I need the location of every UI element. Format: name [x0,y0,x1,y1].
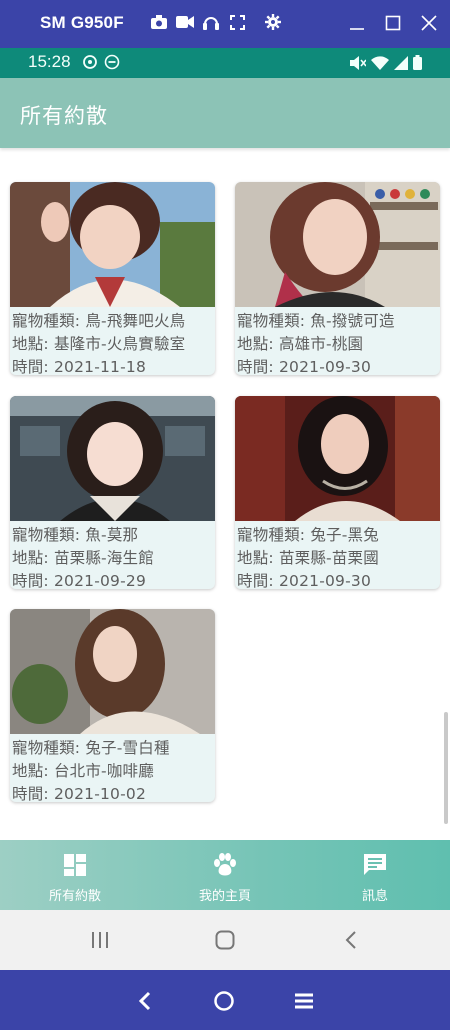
date-card[interactable]: 寵物種類: 魚-莫那 地點: 苗栗縣-海生館 時間: 2021-09-29 [10,396,215,589]
card-location: 地點: 苗栗縣-海生館 [12,549,154,567]
mute-icon [350,55,367,74]
card-location: 地點: 苗栗縣-苗栗國 [237,549,379,567]
card-location: 地點: 基隆市-火鳥實驗室 [12,335,186,353]
battery-icon [413,55,422,74]
back-button[interactable] [337,926,365,954]
close-icon[interactable] [418,12,440,34]
date-card[interactable]: 寵物種類: 魚-撥號可造 地點: 高雄市-桃園 時間: 2021-09-30 [235,182,440,375]
recents-button[interactable] [86,926,114,954]
nav-item-my-page[interactable]: 我的主頁 [150,840,300,910]
home-button[interactable] [211,926,239,954]
card-pet-type: 寵物種類: 魚-撥號可造 [237,312,395,330]
minimize-icon[interactable] [346,12,368,34]
card-pet-type: 寵物種類: 魚-莫那 [12,526,139,544]
page-title: 所有約散 [20,104,108,128]
card-location: 地點: 台北市-咖啡廳 [12,762,154,780]
nav-label: 我的主頁 [198,889,251,904]
headset-icon[interactable] [202,13,220,31]
card-time: 時間: 2021-09-29 [12,572,147,589]
wifi-icon [371,55,389,74]
card-time: 時間: 2021-09-30 [237,358,372,375]
date-card[interactable]: 寵物種類: 鳥-飛舞吧火鳥 地點: 基隆市-火鳥實驗室 時間: 2021-11-… [10,182,215,375]
dashboard-icon [62,852,88,878]
message-icon [362,852,388,878]
app-bar: 所有約散 [0,78,450,148]
card-pet-type: 寵物種類: 鳥-飛舞吧火鳥 [12,312,186,330]
card-time: 時間: 2021-11-18 [12,358,147,375]
maximize-icon[interactable] [382,12,404,34]
card-photo [10,182,215,307]
card-photo [235,182,440,307]
phone-frame: SM G950F 15:28 所有約散 寵物種類: 鳥-飛舞吧火鳥 地點: 基隆… [0,0,450,1030]
system-navigation-bar [0,910,450,970]
video-icon[interactable] [176,13,194,31]
menu-icon[interactable] [291,988,317,1014]
nav-item-all-dates[interactable]: 所有約散 [0,840,150,910]
date-card[interactable]: 寵物種類: 兔子-黑兔 地點: 苗栗縣-苗栗國 時間: 2021-09-30 [235,396,440,589]
card-time: 時間: 2021-09-30 [237,572,372,589]
nav-item-messages[interactable]: 訊息 [300,840,450,910]
nav-label: 所有約散 [48,889,101,904]
emulator-title-bar: SM G950F [0,0,450,48]
paw-icon [212,852,238,878]
scrollbar[interactable] [444,712,448,824]
dnd-icon [104,54,120,74]
back-icon[interactable] [132,988,158,1014]
card-pet-type: 寵物種類: 兔子-雪白種 [12,739,170,757]
home-icon[interactable] [211,988,237,1014]
emulator-title: SM G950F [40,13,124,32]
date-card[interactable]: 寵物種類: 兔子-雪白種 地點: 台北市-咖啡廳 時間: 2021-10-02 [10,609,215,802]
card-pet-type: 寵物種類: 兔子-黑兔 [237,526,379,544]
bottom-navigation: 所有約散 我的主頁 訊息 [0,840,450,910]
camera-icon[interactable] [150,13,168,31]
status-time: 15:28 [28,52,71,71]
card-photo [10,609,215,734]
emulator-control-bar [0,970,450,1030]
card-location: 地點: 高雄市-桃園 [237,335,364,353]
card-photo [10,396,215,521]
sync-icon [82,54,98,74]
status-bar: 15:28 [0,48,450,78]
card-time: 時間: 2021-10-02 [12,785,147,802]
fullscreen-icon[interactable] [228,13,246,31]
signal-icon [394,55,408,74]
nav-label: 訊息 [361,889,388,904]
card-photo [235,396,440,521]
settings-icon[interactable] [264,13,282,31]
